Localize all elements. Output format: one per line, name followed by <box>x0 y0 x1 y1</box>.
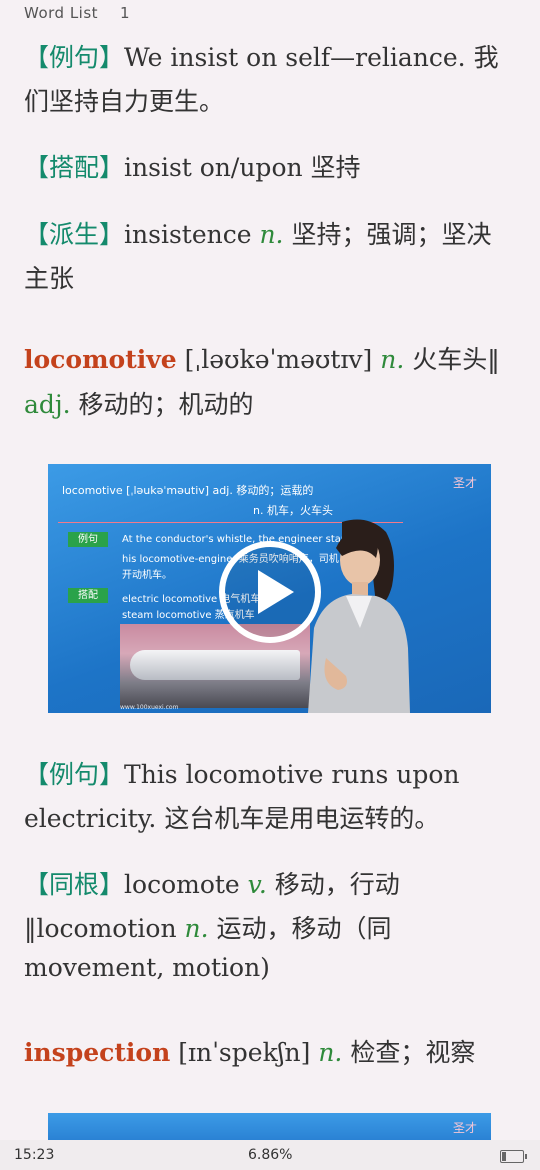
cognate-meaning: 移动，行动 <box>266 870 400 899</box>
phonetic: [ɪnˈspekʃn] <box>170 1038 319 1067</box>
headword-inspection: inspection [ɪnˈspekʃn] n. 检查；视察 <box>24 1033 475 1069</box>
video-collocation-tag: 搭配 <box>68 588 108 603</box>
cognate-locomotion-cont: movement, motion) <box>24 953 270 982</box>
example-sentence-insist: 【例句】We insist on self—reliance. 我 <box>24 38 499 74</box>
definition: 移动的；机动的 <box>70 390 254 419</box>
derivative-meaning: 坚持；强调；坚决 <box>283 220 492 249</box>
example-tag: 【例句】 <box>24 43 125 72</box>
clock: 15:23 <box>14 1147 55 1163</box>
cognate-meaning-cont: movement, motion) <box>24 953 270 982</box>
headword: locomotive <box>24 345 177 374</box>
part-of-speech: n. <box>259 220 284 249</box>
cognate-meaning: 运动，移动（同 <box>208 914 392 943</box>
example-text: We insist on self—reliance. 我 <box>124 43 499 72</box>
headword-locomotive-cont: adj. 移动的；机动的 <box>24 385 254 421</box>
example-sentence-insist-cont: 们坚持自力更生。 <box>24 82 224 118</box>
video-brand-logo: 圣才 <box>452 476 477 490</box>
top-status-bar: Word List 1 <box>0 0 540 26</box>
example-text-cont: 们坚持自力更生。 <box>24 87 225 116</box>
play-button[interactable] <box>218 540 322 644</box>
derivative-tag: 【派生】 <box>24 220 125 249</box>
battery-level <box>502 1152 506 1161</box>
book-title: Word List <box>24 4 99 22</box>
phonetic: [ˌləʊkəˈməʊtɪv] <box>176 345 381 374</box>
video-player-locomotive[interactable]: locomotive [ˌləukəˈməutiv] adj. 移动的；运载的 … <box>48 464 491 713</box>
derivative-word: insistence <box>124 220 260 249</box>
part-of-speech: adj. <box>24 390 71 419</box>
derivative-insistence: 【派生】insistence n. 坚持；强调；坚决 <box>24 215 491 251</box>
cognate-locomote: 【同根】locomote v. 移动，行动 <box>24 865 400 901</box>
headword-locomotive: locomotive [ˌləʊkəˈməʊtɪv] n. 火车头‖ <box>24 340 500 376</box>
example-sentence-locomotive: 【例句】This locomotive runs upon <box>24 755 460 791</box>
collocation-insist: 【搭配】insist on/upon 坚持 <box>24 148 361 184</box>
collocation-tag: 【搭配】 <box>24 153 125 182</box>
reading-progress: 6.86% <box>248 1147 293 1163</box>
part-of-speech: n. <box>380 345 405 374</box>
example-text: This locomotive runs upon <box>124 760 460 789</box>
definition: 火车头‖ <box>404 345 500 374</box>
video-slide-title: locomotive [ˌləukəˈməutiv] adj. 移动的；运载的 <box>62 484 314 497</box>
part-of-speech: v. <box>247 870 267 899</box>
part-of-speech: n. <box>184 914 209 943</box>
definition: 检查；视察 <box>342 1038 476 1067</box>
example-sentence-locomotive-cont: electricity. 这台机车是用电运转的。 <box>24 799 439 835</box>
cognate-locomotion: ‖locomotion n. 运动，移动（同 <box>24 909 392 945</box>
page-number: 1 <box>120 4 130 22</box>
part-of-speech: n. <box>318 1038 343 1067</box>
headword: inspection <box>24 1038 171 1067</box>
collocation-text: insist on/upon 坚持 <box>124 153 361 182</box>
video-brand-logo: 圣才 <box>452 1121 477 1135</box>
bottom-status-bar: 15:23 6.86% <box>0 1140 540 1170</box>
battery-icon <box>500 1150 527 1163</box>
video-example-tag: 例句 <box>68 532 108 547</box>
cognate-word: locomote <box>124 870 248 899</box>
example-tag: 【例句】 <box>24 760 125 789</box>
derivative-meaning-cont: 主张 <box>24 264 75 293</box>
video-line: 开动机车。 <box>122 570 172 581</box>
derivative-insistence-cont: 主张 <box>24 259 74 295</box>
example-text-cont: electricity. 这台机车是用电运转的。 <box>24 804 440 833</box>
video-footer-url: www.100xuexi.com <box>120 704 179 711</box>
video-player-inspection[interactable]: 圣才 <box>48 1113 491 1140</box>
cognate-word: ‖locomotion <box>24 914 185 943</box>
cognate-tag: 【同根】 <box>24 870 125 899</box>
